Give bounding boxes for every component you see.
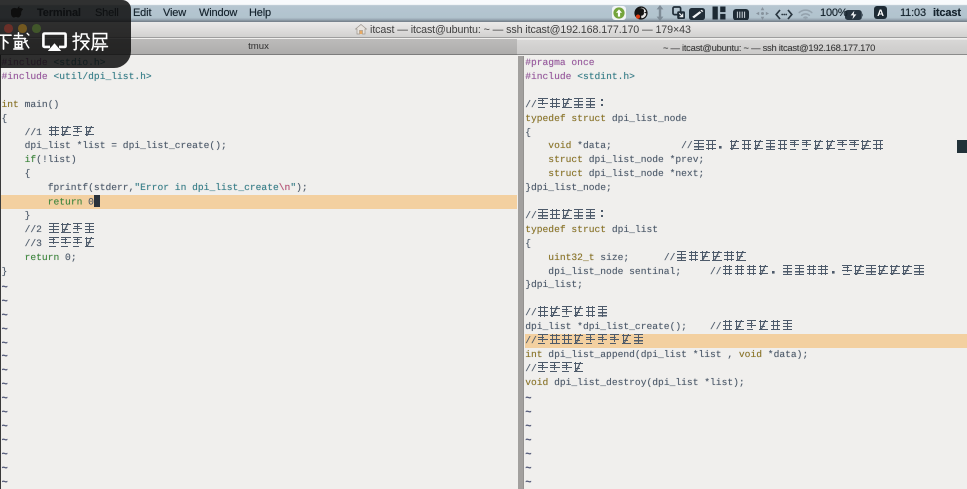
svg-text:A: A bbox=[877, 8, 884, 19]
